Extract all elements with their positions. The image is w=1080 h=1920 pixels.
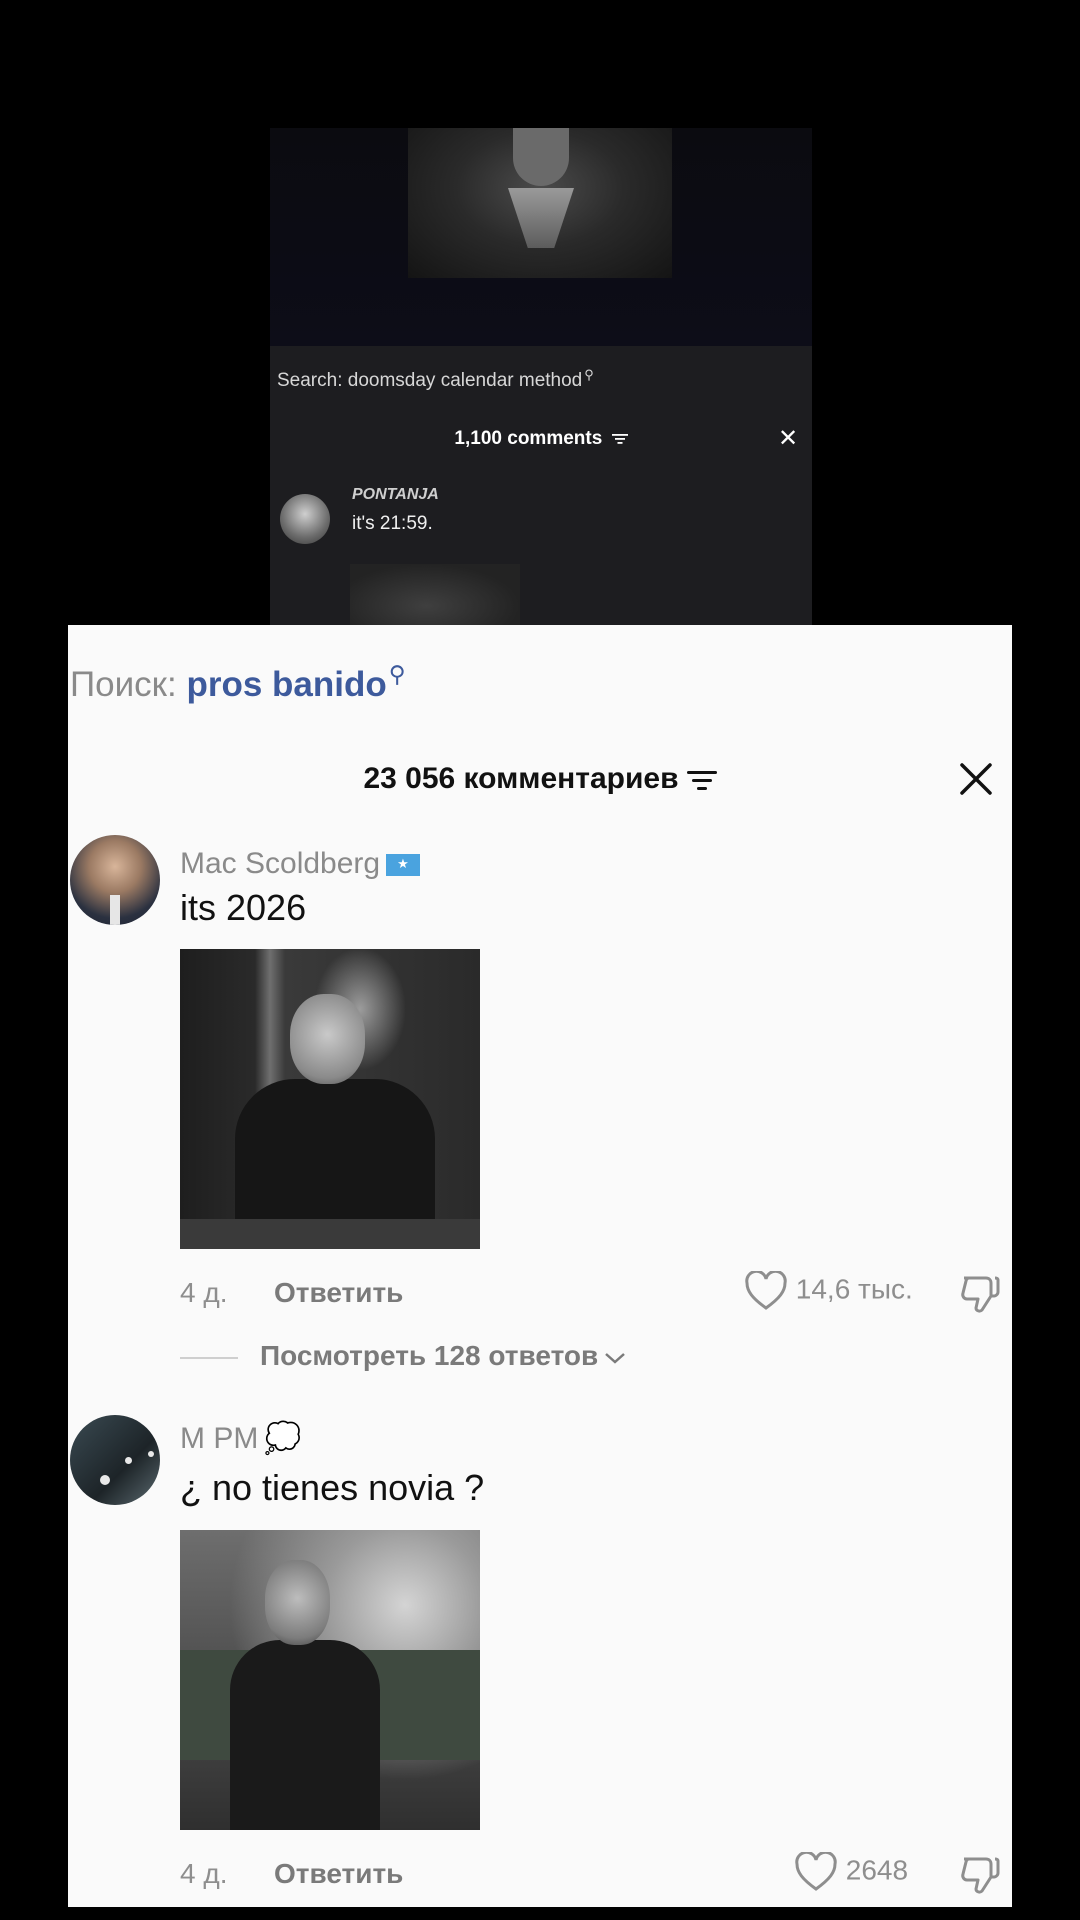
comment-image[interactable]: [350, 564, 520, 625]
top-comment-count-text: 1,100 comments: [454, 428, 603, 449]
comment-count: 23 056 комментариев: [363, 762, 679, 795]
comment-username-row[interactable]: Mac Scoldberg: [180, 847, 421, 881]
reply-button[interactable]: Ответить: [274, 1858, 403, 1890]
avatar[interactable]: [70, 1415, 160, 1505]
close-icon[interactable]: [956, 759, 996, 799]
search-icon: ⚲: [388, 661, 406, 687]
search-label: Поиск:: [70, 665, 177, 704]
video-still: [408, 128, 672, 278]
comment-count-header: 23 056 комментариев: [68, 762, 1012, 796]
top-search-text: Search: doomsday calendar method: [277, 370, 583, 391]
dislike-button[interactable]: [958, 1272, 1002, 1316]
filter-icon[interactable]: [686, 768, 717, 792]
comments-panel: Поиск: pros banido⚲ 23 056 комментариев …: [68, 625, 1012, 1907]
flag-icon: [386, 854, 421, 877]
filter-icon[interactable]: [611, 433, 628, 445]
video-frame: [270, 128, 812, 346]
reply-button[interactable]: Ответить: [274, 1277, 403, 1309]
like-button[interactable]: 14,6 тыс.: [744, 1269, 913, 1311]
close-icon[interactable]: ✕: [778, 424, 798, 453]
heart-icon: [795, 1850, 837, 1891]
divider: [180, 1356, 238, 1359]
avatar[interactable]: [280, 494, 330, 544]
comment-username[interactable]: PONTANJA: [352, 486, 439, 504]
comment-image[interactable]: [180, 1530, 480, 1830]
comment-item: Mac Scoldberg its 2026 4 д. Ответить 14,…: [68, 835, 1012, 1395]
dislike-icon: [961, 1276, 1000, 1313]
avatar[interactable]: [70, 835, 160, 925]
comment-image[interactable]: [180, 949, 480, 1249]
comment-time: 4 д.: [180, 1858, 228, 1889]
thought-bubble-icon: 💭: [264, 1422, 302, 1455]
dislike-icon: [961, 1857, 1000, 1894]
top-comment-count: 1,100 comments: [270, 428, 812, 450]
embedded-screenshot: Search: doomsday calendar method ⚲ 1,100 …: [270, 128, 812, 625]
comment-item: M PM 💭 ¿ no tienes novia ? 4 д. Ответить …: [68, 1415, 1012, 1907]
search-link[interactable]: Поиск: pros banido⚲: [70, 661, 406, 705]
comment-text: ¿ no tienes novia ?: [180, 1467, 485, 1508]
dislike-button[interactable]: [958, 1853, 1002, 1897]
like-count: 14,6 тыс.: [795, 1273, 913, 1305]
comment-text: its 2026: [180, 887, 307, 928]
heart-icon: [745, 1269, 787, 1310]
chevron-down-icon: [605, 1352, 626, 1364]
comment-username: Mac Scoldberg: [180, 847, 381, 880]
search-icon: ⚲: [584, 367, 594, 382]
comment-username: M PM: [180, 1422, 259, 1455]
like-button[interactable]: 2648: [794, 1850, 909, 1892]
comment-text: it's 21:59.: [352, 513, 433, 534]
comment-username-row[interactable]: M PM 💭: [180, 1421, 302, 1456]
view-replies-label: Посмотреть 128 ответов: [260, 1340, 599, 1371]
search-term: pros banido: [186, 665, 387, 704]
like-count: 2648: [845, 1854, 909, 1886]
view-replies-button[interactable]: Посмотреть 128 ответов: [180, 1340, 626, 1372]
top-search-label[interactable]: Search: doomsday calendar method ⚲: [277, 367, 594, 392]
comment-time: 4 д.: [180, 1277, 228, 1308]
